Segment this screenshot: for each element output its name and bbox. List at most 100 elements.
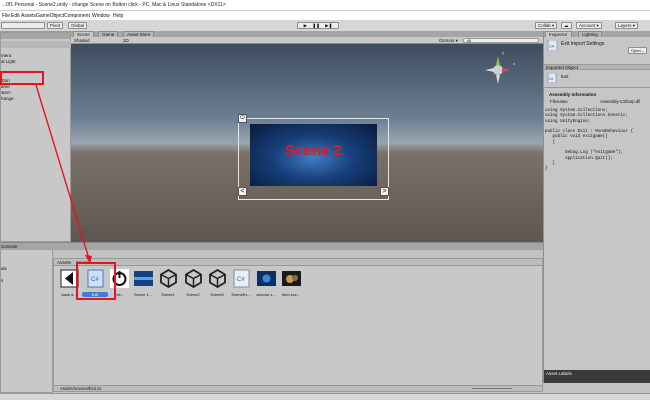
unity-scene-icon bbox=[159, 268, 177, 289]
svg-text:C#: C# bbox=[549, 77, 554, 81]
csharp-file-icon: C# bbox=[547, 73, 557, 83]
inspector-tabstrip: Inspector Lighting bbox=[544, 31, 650, 37]
gizmo-x-label: x bbox=[513, 61, 515, 66]
open-label: Open... bbox=[631, 48, 645, 53]
menu-help[interactable]: Help bbox=[113, 13, 123, 19]
collab-label: Collab ▾ bbox=[538, 23, 555, 28]
image-thumbnail-icon bbox=[281, 271, 301, 286]
scene-search-input[interactable]: All bbox=[463, 38, 539, 43]
open-button[interactable]: Open... bbox=[628, 47, 648, 54]
tab-inspector[interactable]: Inspector bbox=[545, 31, 572, 37]
hierarchy-panel: mera al Light ttton ame stem hange bbox=[0, 32, 72, 242]
tab-console[interactable]: Console bbox=[1, 244, 18, 249]
pivot-toggle[interactable]: Pivot bbox=[47, 22, 64, 29]
hierarchy-item[interactable]: mera bbox=[1, 53, 11, 58]
project-status-bar: Assets/Scenes/Exit.cs bbox=[54, 385, 542, 391]
annotation-box-hierarchy bbox=[0, 71, 44, 85]
menu-window[interactable]: Window bbox=[92, 13, 110, 19]
project-folder-item[interactable]: s bbox=[1, 278, 3, 283]
global-label: Global bbox=[71, 23, 85, 28]
project-folder-item[interactable]: als bbox=[1, 266, 7, 271]
asset-item[interactable]: Scene3 bbox=[204, 268, 230, 297]
scene-search-text: All bbox=[467, 39, 472, 43]
asset-item[interactable]: C# SceneEx... bbox=[228, 269, 254, 297]
scene-toolbar: Shaded 2D Gizmos ▾ All bbox=[71, 37, 543, 44]
layers-button[interactable]: Layers ▾ bbox=[615, 22, 639, 29]
asset-path: Assets/Scenes/Exit.cs bbox=[60, 386, 102, 391]
hierarchy-item[interactable]: hange bbox=[1, 96, 14, 101]
scene-banner-text: Scene 2 bbox=[285, 142, 342, 159]
tab-inspector-label: Inspector bbox=[549, 32, 568, 37]
window-title-bar: ...0f1 Personal - Scene2.unity - change … bbox=[0, 0, 650, 11]
imported-object-name: Exit bbox=[561, 74, 569, 79]
annotation-box-asset bbox=[76, 262, 116, 300]
svg-text:C#: C# bbox=[549, 44, 555, 49]
csharp-script-icon: C# bbox=[233, 269, 249, 288]
image-thumbnail-icon bbox=[256, 271, 276, 286]
csharp-file-icon: C# bbox=[547, 40, 558, 51]
tab-lighting[interactable]: Lighting bbox=[578, 31, 602, 37]
window-title: ...0f1 Personal - Scene2.unity - change … bbox=[2, 2, 226, 8]
transform-tools[interactable] bbox=[1, 22, 45, 29]
asset-item[interactable]: third sce... bbox=[278, 269, 304, 297]
asset-item[interactable]: Scene1 bbox=[155, 268, 181, 297]
asset-item[interactable]: second s... bbox=[253, 269, 279, 297]
asset-label: Scene 1... bbox=[133, 292, 152, 297]
project-sidebar: als s bbox=[0, 250, 53, 393]
power-icon[interactable]: ⏻ bbox=[238, 114, 247, 123]
step-icon[interactable]: ▶❚ bbox=[325, 23, 332, 28]
script-preview: using System.Collections; using System.C… bbox=[545, 109, 633, 172]
scene-banner-image[interactable]: Scene 2 bbox=[250, 124, 377, 186]
account-button[interactable]: Account ▾ bbox=[576, 22, 602, 29]
pivot-label: Pivot bbox=[50, 23, 61, 28]
hierarchy-item[interactable]: al Light bbox=[1, 59, 16, 64]
account-label: Account ▾ bbox=[579, 23, 599, 28]
inspector-header: Exit Import Settings bbox=[561, 41, 605, 47]
next-button[interactable]: > bbox=[380, 187, 389, 196]
pause-icon[interactable]: ❚❚ bbox=[312, 23, 320, 28]
asset-label: Scene1 bbox=[161, 292, 175, 297]
filename-value: Assembly-CSharp.dll bbox=[600, 99, 641, 104]
play-icon[interactable]: ▶ bbox=[304, 23, 307, 28]
asset-item[interactable]: Scene2 bbox=[180, 268, 206, 297]
cloud-icon[interactable]: ☁ bbox=[561, 22, 572, 29]
next-label: > bbox=[382, 188, 387, 195]
collab-button[interactable]: Collab ▾ bbox=[535, 22, 558, 29]
asset-labels-title: Asset Labels bbox=[546, 371, 572, 376]
asset-label: SceneEx... bbox=[231, 292, 251, 297]
scene-view[interactable]: y x Scene 2 ⏻ < > bbox=[71, 44, 543, 242]
shading-mode-dropdown[interactable]: Shaded bbox=[74, 38, 90, 43]
hierarchy-item[interactable]: stem bbox=[1, 90, 11, 95]
hierarchy-search[interactable] bbox=[1, 41, 72, 48]
scene-thumbnail-icon bbox=[133, 271, 153, 286]
status-bar bbox=[0, 393, 650, 400]
bottom-tabstrip: Console bbox=[0, 242, 543, 250]
layers-label: Layers ▾ bbox=[618, 23, 636, 28]
project-breadcrumb: Assets › Scenes bbox=[54, 259, 542, 266]
asset-label: second s... bbox=[256, 292, 276, 297]
asset-label: third sce... bbox=[281, 292, 301, 297]
menu-edit[interactable]: Edit bbox=[11, 13, 20, 19]
asset-label: Scene3 bbox=[210, 292, 224, 297]
hierarchy-tabstrip bbox=[1, 33, 70, 39]
asset-label: Scene2 bbox=[186, 292, 200, 297]
tab-lighting-label: Lighting bbox=[582, 32, 598, 37]
gizmo-y-label: y bbox=[502, 50, 504, 55]
menu-gameobject[interactable]: GameObject bbox=[36, 13, 64, 19]
asset-item[interactable]: Scene 1... bbox=[130, 269, 156, 297]
breadcrumb-assets[interactable]: Assets bbox=[57, 260, 71, 265]
menu-assets[interactable]: Assets bbox=[21, 13, 36, 19]
imported-object-label: Imported Object bbox=[546, 65, 579, 70]
imported-object-header: Imported Object bbox=[544, 64, 650, 70]
global-toggle[interactable]: Global bbox=[68, 22, 88, 29]
prev-button[interactable]: < bbox=[238, 187, 247, 196]
filename-label: Filename bbox=[550, 99, 568, 104]
2d-toggle[interactable]: 2D bbox=[123, 38, 129, 43]
playback-controls: ▶ ❚❚ ▶❚ bbox=[297, 22, 339, 29]
zoom-slider[interactable] bbox=[472, 388, 512, 389]
orientation-gizmo-icon[interactable] bbox=[483, 54, 513, 84]
divider bbox=[544, 87, 650, 88]
menu-file[interactable]: File bbox=[2, 13, 10, 19]
menu-component[interactable]: Component bbox=[64, 13, 90, 19]
assembly-info-title: Assembly Information bbox=[549, 92, 597, 97]
